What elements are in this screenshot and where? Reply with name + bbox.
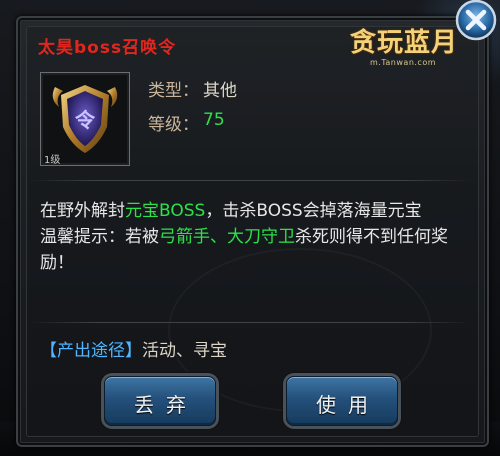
item-level-tag: 1级 — [44, 155, 61, 166]
highlight-yuanbao-boss: 元宝BOSS — [125, 201, 206, 221]
item-description: 在野外解封元宝BOSS，击杀BOSS会掉落海量元宝 温馨提示：若被弓箭手、大刀守… — [40, 198, 460, 276]
source-value: 活动、寻宝 — [142, 341, 227, 361]
type-value: 其他 — [203, 81, 237, 101]
use-button[interactable]: 使用 — [286, 376, 398, 426]
discard-button-label: 丢弃 — [134, 393, 198, 417]
description-line-1: 在野外解封元宝BOSS，击杀BOSS会掉落海量元宝 — [40, 201, 422, 221]
item-source: 【产出途径】活动、寻宝 — [40, 336, 227, 361]
highlight-guards: 弓箭手、大刀守卫 — [159, 227, 295, 247]
discard-button[interactable]: 丢弃 — [104, 376, 216, 426]
use-button-label: 使用 — [316, 393, 380, 417]
logo-url: m.Tanwan.com — [370, 58, 437, 67]
item-title: 太昊boss召唤令 — [38, 38, 177, 58]
game-logo: 贪玩蓝月 m.Tanwan.com — [344, 22, 468, 68]
type-label: 类型： — [148, 81, 199, 101]
description-line-2: 温馨提示：若被弓箭手、大刀守卫杀死则得不到任何奖励！ — [40, 227, 448, 273]
divider-top — [30, 180, 470, 181]
svg-text:令: 令 — [75, 108, 96, 132]
level-value: 75 — [203, 110, 225, 130]
level-label: 等级： — [148, 115, 199, 135]
close-button[interactable] — [452, 0, 500, 44]
logo-text: 贪玩蓝月 — [350, 28, 459, 58]
close-x-icon — [455, 0, 497, 41]
source-label: 【产出途径】 — [40, 341, 142, 361]
divider-bottom — [30, 322, 470, 323]
